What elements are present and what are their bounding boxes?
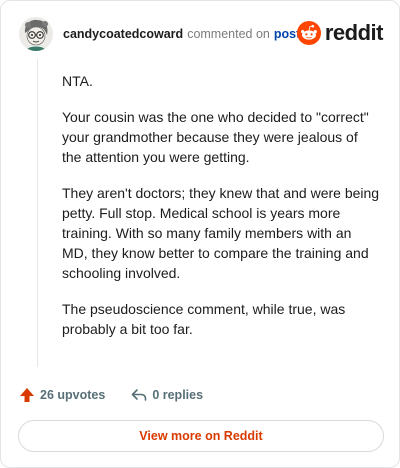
commented-on-text: commented on [187, 27, 270, 41]
comment-actions: 26 upvotes 0 replies [19, 385, 203, 405]
reddit-logo[interactable]: reddit [296, 20, 384, 45]
reddit-wordmark: reddit [324, 20, 384, 45]
comment-paragraph: The pseudoscience comment, while true, w… [62, 301, 346, 337]
thread-line [37, 59, 38, 367]
comment-meta: candycoatedcoward commented on post [63, 26, 300, 42]
comment-paragraph: NTA. [62, 73, 93, 89]
comment-paragraph: They aren't doctors; they knew that and … [62, 185, 380, 281]
comment-header: candycoatedcoward commented on post redd… [19, 15, 384, 53]
comment-body: NTA. Your cousin was the one who decided… [62, 71, 380, 355]
comment-paragraph: Your cousin was the one who decided to "… [62, 109, 369, 165]
comment-embed-card: candycoatedcoward commented on post redd… [0, 0, 400, 468]
upvote-arrow-icon [20, 388, 34, 402]
upvote-button[interactable]: 26 upvotes [19, 387, 105, 403]
replies-button[interactable]: 0 replies [131, 387, 203, 403]
upvote-count: 26 upvotes [40, 388, 106, 402]
view-more-button[interactable]: View more on Reddit [18, 420, 384, 452]
reply-count: 0 replies [152, 388, 204, 402]
reply-arrow-icon [132, 389, 147, 401]
author-name[interactable]: candycoatedcoward [63, 26, 183, 42]
user-avatar[interactable] [19, 17, 53, 51]
reddit-snoo-icon [296, 21, 321, 45]
